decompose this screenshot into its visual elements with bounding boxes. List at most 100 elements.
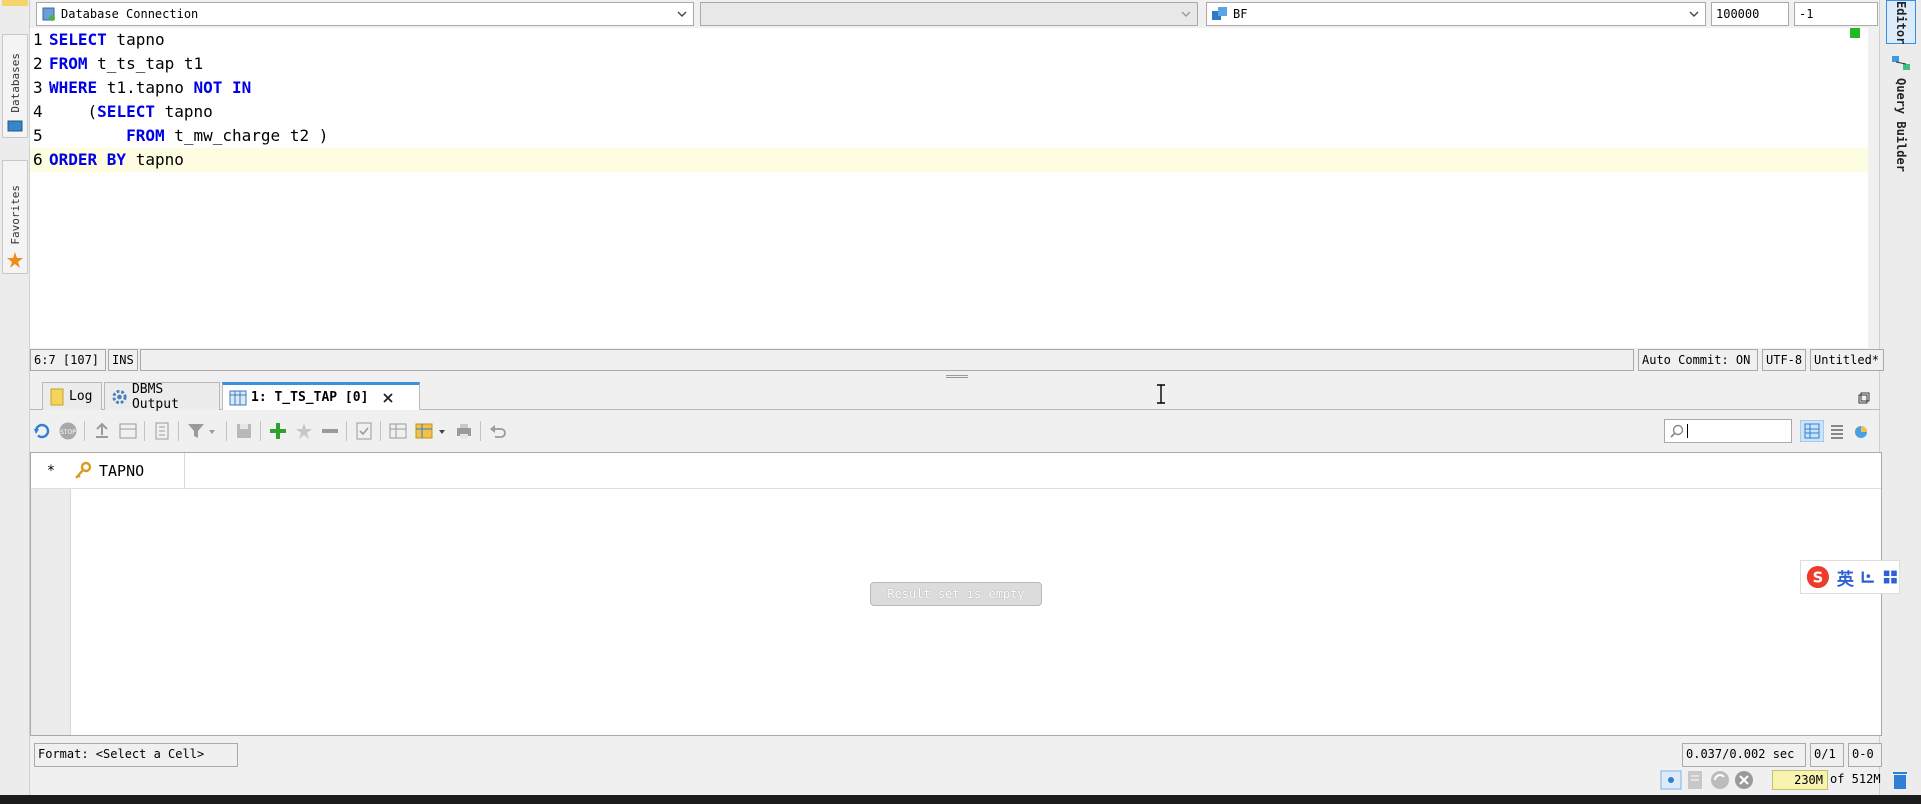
- right-side-panel: Editor Query Builder: [1879, 0, 1921, 795]
- svg-text:STOP: STOP: [60, 429, 76, 436]
- column-header-tapno[interactable]: TAPNO: [71, 453, 185, 489]
- ime-punctuation-icon[interactable]: [1860, 568, 1877, 586]
- favorites-tab-label: Favorites: [8, 185, 22, 245]
- chevron-down-icon[interactable]: [1687, 7, 1701, 21]
- row-range: 0-0: [1848, 743, 1882, 767]
- commit-icon[interactable]: [354, 421, 374, 441]
- garbage-collect-icon[interactable]: [1892, 770, 1908, 790]
- query-timing: 0.037/0.002 sec: [1682, 743, 1806, 767]
- export-icon[interactable]: [92, 421, 112, 441]
- tab-log[interactable]: Log: [42, 382, 102, 410]
- toolbar-separator: [480, 421, 481, 441]
- duplicate-row-icon[interactable]: [294, 421, 314, 441]
- sql-keyword: SELECT: [49, 30, 107, 49]
- favorites-panel-tab[interactable]: Favorites: [2, 160, 28, 274]
- gear-icon: [112, 389, 127, 404]
- row-header-column: [31, 453, 71, 735]
- sql-text: t_ts_tap t1: [87, 54, 204, 73]
- stop-icon[interactable]: STOP: [58, 421, 78, 441]
- sql-text: t1.tapno: [97, 78, 194, 97]
- ime-toolbar[interactable]: S 英: [1800, 560, 1900, 594]
- databases-tab-label: Databases: [8, 53, 22, 113]
- file-name-status: Untitled*: [1810, 349, 1884, 371]
- connection-select[interactable]: Database Connection: [36, 2, 694, 26]
- line-number: 4: [33, 102, 43, 121]
- editor-line[interactable]: 6 ORDER BY tapno: [30, 148, 1868, 172]
- filter-dropdown-icon[interactable]: [206, 421, 218, 441]
- fetch-size-input[interactable]: -1: [1794, 2, 1878, 26]
- auto-commit-status[interactable]: Auto Commit: ON: [1638, 349, 1758, 371]
- grid-search-input[interactable]: [1664, 419, 1792, 443]
- undo-icon[interactable]: [488, 421, 508, 441]
- encoding-status[interactable]: UTF-8: [1762, 349, 1806, 371]
- databases-panel-tab[interactable]: Databases: [2, 34, 28, 138]
- memory-used: 230M: [1772, 770, 1828, 790]
- ime-grid-icon[interactable]: [1882, 568, 1899, 586]
- sql-keyword: SELECT: [97, 102, 155, 121]
- tab-dbms-output[interactable]: DBMS Output: [104, 382, 220, 412]
- fetch-size-value: -1: [1799, 7, 1814, 21]
- row-marker: *: [46, 463, 56, 479]
- cancel-icon[interactable]: [1734, 770, 1754, 790]
- delete-row-icon[interactable]: [320, 421, 340, 441]
- record-view-icon[interactable]: [152, 421, 172, 441]
- text-cursor-icon: [1157, 384, 1165, 404]
- editor-line[interactable]: 3 WHERE t1.tapno NOT IN: [30, 76, 1868, 100]
- column-settings-dropdown-icon[interactable]: [436, 421, 448, 441]
- schema-select[interactable]: [700, 2, 1198, 26]
- connection-icon: [42, 7, 55, 21]
- query-builder-tab-label: Query Builder: [1894, 78, 1908, 172]
- network-icon[interactable]: [1660, 770, 1682, 790]
- ime-language-label[interactable]: 英: [1837, 565, 1854, 590]
- toolbar-separator: [380, 421, 381, 441]
- session-select[interactable]: BF: [1206, 2, 1706, 26]
- star-icon: [7, 252, 23, 268]
- tab-result-t-ts-tap[interactable]: 1: T_TS_TAP [0]: [222, 382, 420, 410]
- chart-layout-icon[interactable]: [1852, 422, 1870, 440]
- editor-line[interactable]: 5 FROM t_mw_charge t2 ): [30, 124, 1868, 148]
- line-code: SELECT tapno: [49, 28, 165, 52]
- left-side-panel: Databases Favorites: [0, 0, 30, 795]
- add-row-icon[interactable]: [268, 421, 288, 441]
- row-limit-input[interactable]: 100000: [1711, 2, 1789, 26]
- editor-line[interactable]: 4 (SELECT tapno: [30, 100, 1868, 124]
- toolbar-separator: [178, 421, 179, 441]
- primary-key-icon: [75, 461, 92, 479]
- save-icon[interactable]: [234, 421, 254, 441]
- line-number: 3: [33, 78, 43, 97]
- sql-history-icon[interactable]: [1686, 770, 1704, 790]
- query-builder-icon: [1892, 56, 1910, 70]
- sql-editor[interactable]: 1 SELECT tapno 2 FROM t_ts_tap t1 3 WHERE t1.…: [30, 28, 1868, 348]
- ime-logo-icon: S: [1806, 565, 1829, 589]
- chevron-down-icon[interactable]: [675, 7, 689, 21]
- editor-tab-label: Editor: [1894, 1, 1908, 45]
- editor-status-bar: 6:7 [107] INS Auto Commit: ON UTF-8 Unti…: [30, 348, 1884, 372]
- query-builder-tab[interactable]: Query Builder: [1886, 54, 1916, 184]
- status-message-area: [140, 349, 1634, 371]
- left-strip-top-marker: [2, 0, 28, 6]
- panel-splitter[interactable]: [30, 374, 1880, 380]
- toolbar-separator: [260, 421, 261, 441]
- database-icon: [7, 120, 23, 132]
- refresh-icon[interactable]: [32, 421, 52, 441]
- toolbar-separator: [226, 421, 227, 441]
- editor-line[interactable]: 2 FROM t_ts_tap t1: [30, 52, 1868, 76]
- line-number: 2: [33, 54, 43, 73]
- grid-layout-icon[interactable]: [1800, 420, 1824, 442]
- single-record-icon[interactable]: [118, 421, 138, 441]
- editor-tab[interactable]: Editor: [1886, 0, 1916, 44]
- print-icon[interactable]: [454, 421, 474, 441]
- grid-view-icon[interactable]: [388, 421, 408, 441]
- close-icon[interactable]: [382, 392, 394, 404]
- maximize-icon[interactable]: [1858, 392, 1870, 404]
- sync-icon[interactable]: [1710, 770, 1730, 790]
- sql-text: tapno: [126, 150, 184, 169]
- column-settings-icon[interactable]: [414, 421, 434, 441]
- chevron-down-icon[interactable]: [1179, 7, 1193, 21]
- filter-icon[interactable]: [186, 421, 206, 441]
- form-layout-icon[interactable]: [1828, 422, 1846, 440]
- sql-keyword: ORDER BY: [49, 150, 127, 169]
- empty-result-message: Result set is empty: [870, 582, 1042, 606]
- editor-line[interactable]: 1 SELECT tapno: [30, 28, 1868, 52]
- line-code: FROM t_mw_charge t2 ): [49, 124, 328, 148]
